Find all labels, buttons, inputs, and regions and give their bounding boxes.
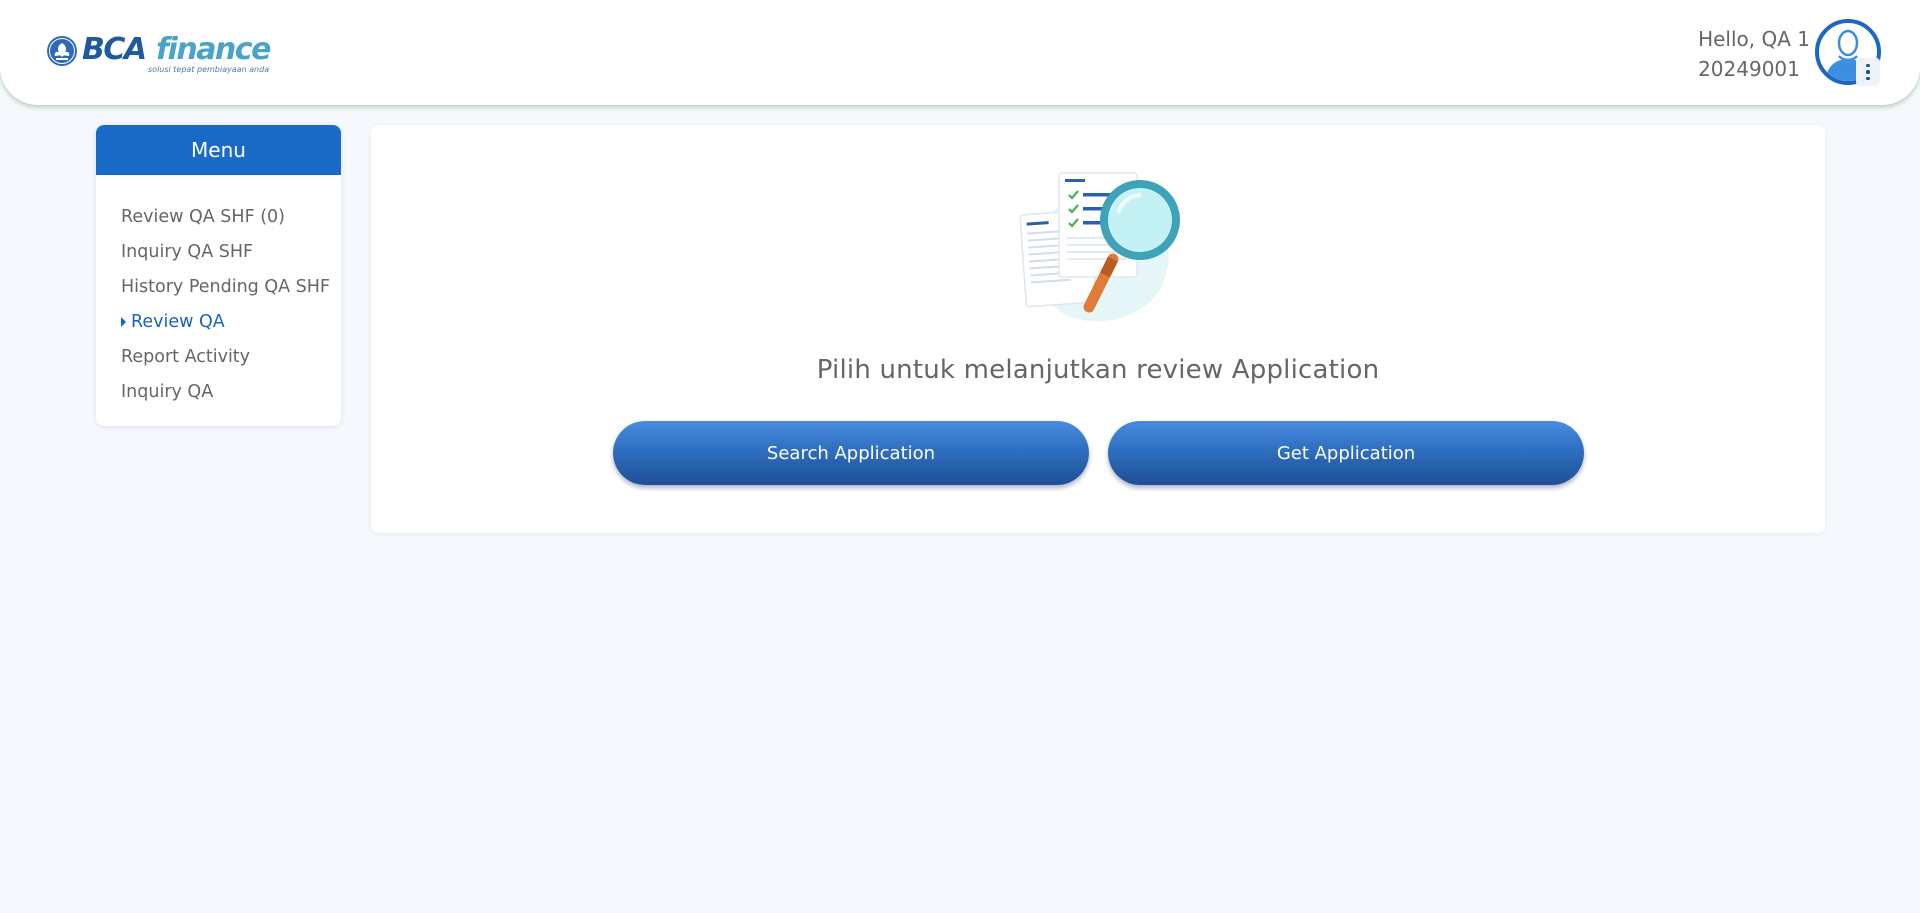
sidebar-item-label: Inquiry QA (121, 381, 214, 402)
kebab-menu-icon[interactable] (1856, 58, 1880, 86)
sidebar-item-label: Report Activity (121, 346, 251, 367)
sidebar-title: Menu (96, 125, 341, 175)
top-header: BCA finance solusi tepat pembiayaan anda… (0, 0, 1920, 105)
sidebar-item-inquiry-qa-shf[interactable]: Inquiry QA SHF (96, 234, 341, 269)
document-search-illustration (1019, 172, 1180, 322)
bca-emblem-icon (47, 36, 77, 66)
user-greeting: Hello, QA 1 20249001 (1698, 24, 1810, 84)
search-application-button[interactable]: Search Application (613, 421, 1089, 485)
sidebar-item-label: Review QA SHF (0) (121, 206, 285, 227)
sidebar-item-review-qa[interactable]: Review QA (96, 304, 341, 339)
review-application-card: Pilih untuk melanjutkan review Applicati… (371, 125, 1825, 533)
greeting-text: Hello, QA 1 (1698, 27, 1810, 51)
logo-text-finance: finance (156, 32, 271, 67)
sidebar-item-report-activity[interactable]: Report Activity (96, 339, 341, 374)
caret-right-icon (121, 316, 126, 327)
review-prompt: Pilih untuk melanjutkan review Applicati… (816, 355, 1380, 385)
sidebar-item-history-pending-qa-shf[interactable]: History Pending QA SHF (96, 269, 341, 304)
sidebar-menu: Menu Review QA SHF (0) Inquiry QA SHF Hi… (96, 125, 341, 426)
sidebar-item-label: Review QA (131, 311, 225, 332)
sidebar-item-label: History Pending QA SHF (121, 276, 330, 297)
sidebar-item-review-qa-shf[interactable]: Review QA SHF (0) (96, 199, 341, 234)
get-application-button[interactable]: Get Application (1108, 421, 1584, 485)
sidebar-item-label: Inquiry QA SHF (121, 241, 254, 262)
bca-finance-logo[interactable]: BCA finance solusi tepat pembiayaan anda (46, 30, 276, 80)
logo-text-bca: BCA (82, 32, 147, 67)
logo-tagline: solusi tepat pembiayaan anda (148, 65, 270, 74)
menu-list: Review QA SHF (0) Inquiry QA SHF History… (96, 175, 341, 409)
sidebar-item-inquiry-qa[interactable]: Inquiry QA (96, 374, 341, 409)
user-id: 20249001 (1698, 57, 1800, 81)
